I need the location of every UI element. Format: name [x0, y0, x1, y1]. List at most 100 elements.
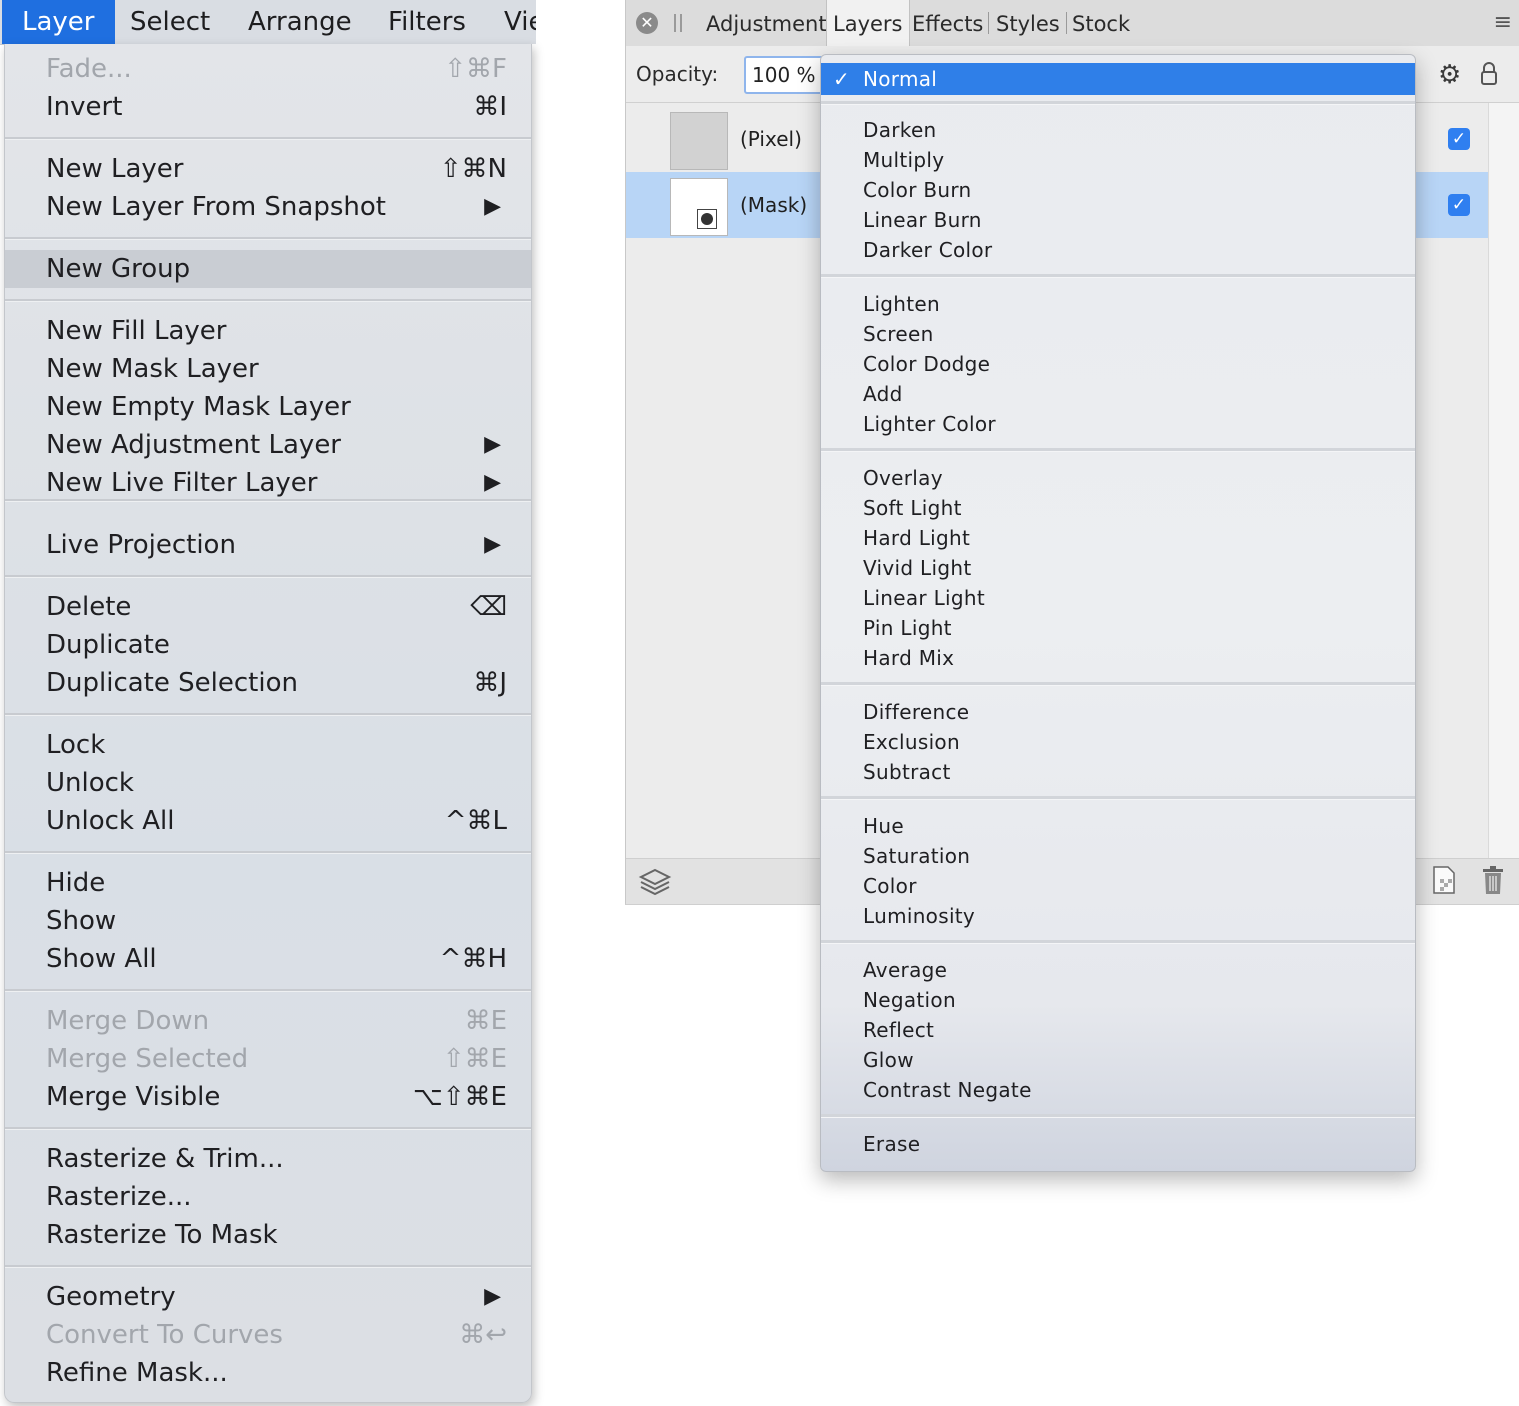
blend-mode-hard-light[interactable]: Hard Light — [821, 523, 1415, 553]
menu-item-duplicate[interactable]: Duplicate — [5, 626, 531, 664]
blend-mode-hue[interactable]: Hue — [821, 811, 1415, 841]
menu-item-rasterize-to-mask[interactable]: Rasterize To Mask — [5, 1216, 531, 1254]
shortcut-label: ^⌘H — [439, 944, 507, 974]
blend-mode-hard-mix[interactable]: Hard Mix — [821, 643, 1415, 673]
blend-mode-contrast-negate[interactable]: Contrast Negate — [821, 1075, 1415, 1105]
menu-item-new-layer[interactable]: New Layer ⇧⌘N — [5, 150, 531, 188]
blend-mode-color-dodge[interactable]: Color Dodge — [821, 349, 1415, 379]
menu-separator — [5, 989, 531, 992]
blend-mode-color[interactable]: Color — [821, 871, 1415, 901]
menu-item-label: New Group — [46, 254, 191, 284]
shortcut-label: ⇧⌘N — [439, 154, 507, 184]
menu-item-duplicate-selection[interactable]: Duplicate Selection ⌘J — [5, 664, 531, 702]
menu-item-new-fill-layer[interactable]: New Fill Layer — [5, 312, 531, 350]
submenu-arrow-icon: ▶ — [484, 1284, 501, 1309]
menu-item-refine-mask[interactable]: Refine Mask... — [5, 1354, 531, 1392]
blend-mode-label: Lighten — [863, 292, 940, 316]
layers-stack-icon[interactable] — [638, 865, 672, 899]
blend-mode-negation[interactable]: Negation — [821, 985, 1415, 1015]
blend-mode-multiply[interactable]: Multiply — [821, 145, 1415, 175]
menu-item-geometry[interactable]: Geometry ▶ — [5, 1278, 531, 1316]
blend-mode-overlay[interactable]: Overlay — [821, 463, 1415, 493]
blend-mode-reflect[interactable]: Reflect — [821, 1015, 1415, 1045]
menu-item-new-mask-layer[interactable]: New Mask Layer — [5, 350, 531, 388]
blend-mode-screen[interactable]: Screen — [821, 319, 1415, 349]
menu-item-label: Lock — [46, 730, 106, 760]
menu-item-label: Duplicate — [46, 630, 170, 660]
menu-item-label: Merge Selected — [46, 1044, 249, 1074]
blend-mode-separator — [821, 1114, 1415, 1118]
menu-item-show-all[interactable]: Show All ^⌘H — [5, 940, 531, 978]
blend-mode-color-burn[interactable]: Color Burn — [821, 175, 1415, 205]
blend-mode-label: Lighter Color — [863, 412, 996, 436]
blend-mode-lighten[interactable]: Lighten — [821, 289, 1415, 319]
menu-separator — [5, 137, 531, 140]
blend-mode-dropdown: ✓ Normal Darken Multiply Color Burn Linear Bu… — [820, 54, 1416, 1172]
menu-item-label: Duplicate Selection — [46, 668, 298, 698]
menu-item-label: Unlock All — [46, 806, 175, 836]
tab-effects[interactable]: Effects — [912, 0, 983, 46]
menu-item-new-adjustment-layer[interactable]: New Adjustment Layer ▶ — [5, 426, 531, 464]
menu-item-live-projection[interactable]: Live Projection ▶ — [5, 526, 531, 564]
blend-mode-add[interactable]: Add — [821, 379, 1415, 409]
layers-scrollbar[interactable] — [1488, 103, 1519, 858]
menubar-item-vie[interactable]: Vie — [484, 0, 536, 44]
grip-handle-icon[interactable] — [674, 14, 682, 32]
blend-mode-normal[interactable]: ✓ Normal — [821, 63, 1415, 95]
menu-item-new-layer-from-snapshot[interactable]: New Layer From Snapshot ▶ — [5, 188, 531, 226]
tab-adjustment[interactable]: Adjustment — [706, 0, 827, 46]
trash-icon[interactable] — [1482, 865, 1504, 895]
menu-item-label: New Fill Layer — [46, 316, 227, 346]
tab-layers[interactable]: Layers — [826, 0, 910, 47]
blend-mode-vivid-light[interactable]: Vivid Light — [821, 553, 1415, 583]
blend-mode-linear-light[interactable]: Linear Light — [821, 583, 1415, 613]
menu-item-rasterize[interactable]: Rasterize... — [5, 1178, 531, 1216]
blend-mode-lighter-color[interactable]: Lighter Color — [821, 409, 1415, 439]
tab-stock[interactable]: Stock — [1072, 0, 1130, 46]
blend-mode-label: Erase — [863, 1132, 921, 1156]
blend-mode-label: Exclusion — [863, 730, 960, 754]
layer-thumbnail — [670, 112, 728, 170]
menu-item-show[interactable]: Show — [5, 902, 531, 940]
new-layer-icon[interactable] — [1430, 865, 1458, 895]
panel-menu-icon[interactable]: ≡ — [1494, 10, 1512, 35]
blend-mode-glow[interactable]: Glow — [821, 1045, 1415, 1075]
blend-mode-average[interactable]: Average — [821, 955, 1415, 985]
menu-item-lock[interactable]: Lock — [5, 726, 531, 764]
blend-mode-soft-light[interactable]: Soft Light — [821, 493, 1415, 523]
blend-mode-label: Luminosity — [863, 904, 976, 928]
blend-mode-darken[interactable]: Darken — [821, 115, 1415, 145]
menu-item-unlock-all[interactable]: Unlock All ^⌘L — [5, 802, 531, 840]
menu-item-new-group[interactable]: New Group — [5, 250, 531, 288]
shortcut-label: ^⌘L — [444, 806, 507, 836]
menubar-item-filters[interactable]: Filters — [368, 0, 486, 44]
menubar-item-select[interactable]: Select — [110, 0, 230, 44]
menu-separator — [5, 237, 531, 240]
menu-item-unlock[interactable]: Unlock — [5, 764, 531, 802]
menubar-item-arrange[interactable]: Arrange — [228, 0, 372, 44]
visibility-checkbox[interactable]: ✓ — [1448, 194, 1470, 216]
blend-mode-label: Color — [863, 874, 917, 898]
blend-mode-luminosity[interactable]: Luminosity — [821, 901, 1415, 931]
menu-item-new-empty-mask-layer[interactable]: New Empty Mask Layer — [5, 388, 531, 426]
blend-mode-darker-color[interactable]: Darker Color — [821, 235, 1415, 265]
menu-item-invert[interactable]: Invert ⌘I — [5, 88, 531, 126]
visibility-checkbox[interactable]: ✓ — [1448, 128, 1470, 150]
blend-mode-subtract[interactable]: Subtract — [821, 757, 1415, 787]
menubar-item-layer[interactable]: Layer — [2, 0, 115, 44]
blend-mode-exclusion[interactable]: Exclusion — [821, 727, 1415, 757]
menu-item-rasterize-trim[interactable]: Rasterize & Trim... — [5, 1140, 531, 1178]
gear-icon[interactable]: ⚙ — [1438, 60, 1461, 90]
blend-mode-saturation[interactable]: Saturation — [821, 841, 1415, 871]
close-icon[interactable]: ✕ — [636, 12, 658, 34]
menu-item-merge-visible[interactable]: Merge Visible ⌥⇧⌘E — [5, 1078, 531, 1116]
blend-mode-pin-light[interactable]: Pin Light — [821, 613, 1415, 643]
blend-mode-difference[interactable]: Difference — [821, 697, 1415, 727]
tab-styles[interactable]: Styles — [996, 0, 1060, 46]
menu-item-delete[interactable]: Delete ⌫ — [5, 588, 531, 626]
blend-mode-erase[interactable]: Erase — [821, 1129, 1415, 1159]
blend-mode-linear-burn[interactable]: Linear Burn — [821, 205, 1415, 235]
menu-item-new-live-filter-layer[interactable]: New Live Filter Layer ▶ — [5, 464, 531, 502]
lock-icon[interactable] — [1480, 62, 1498, 86]
menu-item-hide[interactable]: Hide — [5, 864, 531, 902]
